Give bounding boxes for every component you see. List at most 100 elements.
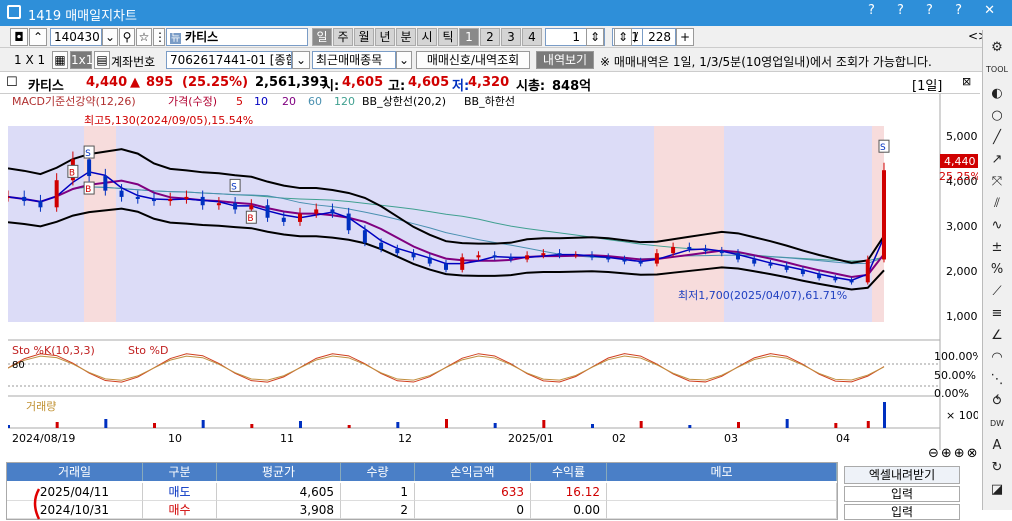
code-dropdown-icon[interactable]: ⌄ [102,28,118,46]
trade-history-grid[interactable]: 거래일 구분 평균가 수량 손익금액 수익률 메모 2025/04/11 매도 … [6,462,838,520]
quote-volume: 2,561,393 [255,75,329,90]
period-spin-icon[interactable]: ⇕ [586,28,604,46]
new-badge: 뉴 [170,33,182,44]
x-tick: 03 [724,432,738,445]
num-3[interactable]: 3 [501,28,521,46]
table-cell-date[interactable]: 2024/10/31 [7,501,143,519]
input-button[interactable]: 입력 [844,504,960,520]
volume-bar [866,421,870,428]
col-rate[interactable]: 수익률 [531,463,607,481]
signal-letter: S [231,182,237,192]
cycle-icon[interactable]: ⥀ [986,392,1008,412]
angle-icon[interactable]: ∠ [986,326,1008,346]
excel-download-button[interactable]: 엑셀내려받기 [844,466,960,484]
contrast-icon[interactable]: ◐ [986,84,1008,104]
candle-body [54,180,59,208]
input-button[interactable]: 입력 [844,486,960,502]
channel-icon[interactable]: ⫽ [986,194,1008,214]
count-spin-icon[interactable]: ⇕ [614,28,632,46]
table-cell-qty: 2 [341,501,415,519]
table-cell-memo[interactable] [607,501,837,519]
red-bracket-annotation [33,488,41,520]
total-input[interactable]: 228 [642,28,676,46]
signal-query-button[interactable]: 매매신호/내역조회 [416,51,530,69]
text-icon[interactable]: A [986,436,1008,456]
up-arrow-icon[interactable]: ⌃ [29,28,47,46]
col-qty[interactable]: 수량 [341,463,415,481]
zoom-controls[interactable]: ⊖⊕⊕⊗ [928,446,980,461]
volume-bar [396,422,400,428]
more-icon[interactable]: ⋮ [153,28,166,46]
table-cell-pl: 0 [415,501,531,519]
ruler-icon[interactable]: ⟋ [986,282,1008,302]
search-icon[interactable]: ⚲ [119,28,135,46]
close-panel-icon[interactable]: ⊠ [962,75,971,88]
ray-icon[interactable]: ↗ [986,150,1008,170]
table-icon[interactable]: ▤ [94,51,110,69]
fan-icon[interactable]: ⋱ [986,370,1008,390]
candle-body [87,159,92,177]
period-day[interactable]: 일 [312,28,332,46]
box-icon[interactable]: ◪ [986,480,1008,500]
candle-body [152,198,156,202]
line-icon[interactable]: ╱ [986,128,1008,148]
x-tick: 02 [612,432,626,445]
period-week[interactable]: 주 [333,28,353,46]
candle-body [200,196,205,206]
candle-body [8,196,10,198]
account-input[interactable]: 7062617441-01 [종합] [166,51,292,69]
period-tick[interactable]: 틱 [438,28,458,46]
tool-icon[interactable]: TOOL [986,60,1008,80]
recent-dropdown-icon[interactable]: ⌄ [396,51,412,69]
table-cell-date[interactable]: 2025/04/11 [7,483,143,501]
code-list-icon[interactable]: ◘ [10,28,28,46]
table-cell-avg: 4,605 [217,483,341,501]
period-year[interactable]: 년 [375,28,395,46]
fib-icon[interactable]: ≡ [986,304,1008,324]
percent-icon[interactable]: % [986,260,1008,280]
candle-body [800,269,805,275]
refresh-icon[interactable]: ↻ [986,458,1008,478]
sto-80-tick: 80 [12,360,25,371]
signal-letter: B [85,185,91,195]
col-type[interactable]: 구분 [143,463,217,481]
price-tick: 3,000 [946,220,978,233]
window-buttons[interactable]: ? ? ? ? ✕ [868,3,1004,18]
plus-minus-icon[interactable]: ± [986,238,1008,258]
col-date[interactable]: 거래일 [7,463,143,481]
grid-icon[interactable]: ▦ [52,51,68,69]
circle-icon[interactable]: ○ [986,106,1008,126]
candle-body [233,203,238,210]
dw-icon[interactable]: DW [986,414,1008,434]
num-2[interactable]: 2 [480,28,500,46]
arc-icon[interactable]: ◠ [986,348,1008,368]
account-dropdown-icon[interactable]: ⌄ [292,51,310,69]
col-avg[interactable]: 평균가 [217,463,341,481]
recent-trade-select[interactable]: 최근매매종목 [312,51,396,69]
price-chart[interactable]: BSB SBS MACD기준선강약(12,26) 가격(수정) 5 10 20 6… [8,94,978,450]
checkbox-icon[interactable]: ☐ [6,75,18,90]
volume-bar [639,421,643,428]
candle-body [736,253,740,260]
stock-code-input[interactable]: 140430 [50,28,102,46]
num-4[interactable]: 4 [522,28,542,46]
col-pl[interactable]: 손익금액 [415,463,531,481]
period-month[interactable]: 월 [354,28,374,46]
table-cell-memo[interactable] [607,483,837,501]
wave-icon[interactable]: ∿ [986,216,1008,236]
trend-icon[interactable]: ⤧ [986,172,1008,192]
period-hour[interactable]: 시 [417,28,437,46]
stock-name-field[interactable]: 뉴 카티스 [166,28,308,46]
layout-1x1-button[interactable]: 1x1 [70,51,93,69]
add-icon[interactable]: + [676,28,694,46]
candle-body [298,213,302,222]
history-view-button[interactable]: 내역보기 [536,51,594,69]
table-cell-avg: 3,908 [217,501,341,519]
num-1[interactable]: 1 [459,28,479,46]
col-memo[interactable]: 메모 [607,463,837,481]
high-label: 고: [388,79,406,94]
star-icon[interactable]: ☆ [136,28,152,46]
settings-icon[interactable]: ⚙ [986,38,1008,58]
notice-text: ※ 매매내역은 1일, 1/3/5분(10영업일내)에서 조회가 가능합니다. [600,55,932,69]
period-minute[interactable]: 분 [396,28,416,46]
